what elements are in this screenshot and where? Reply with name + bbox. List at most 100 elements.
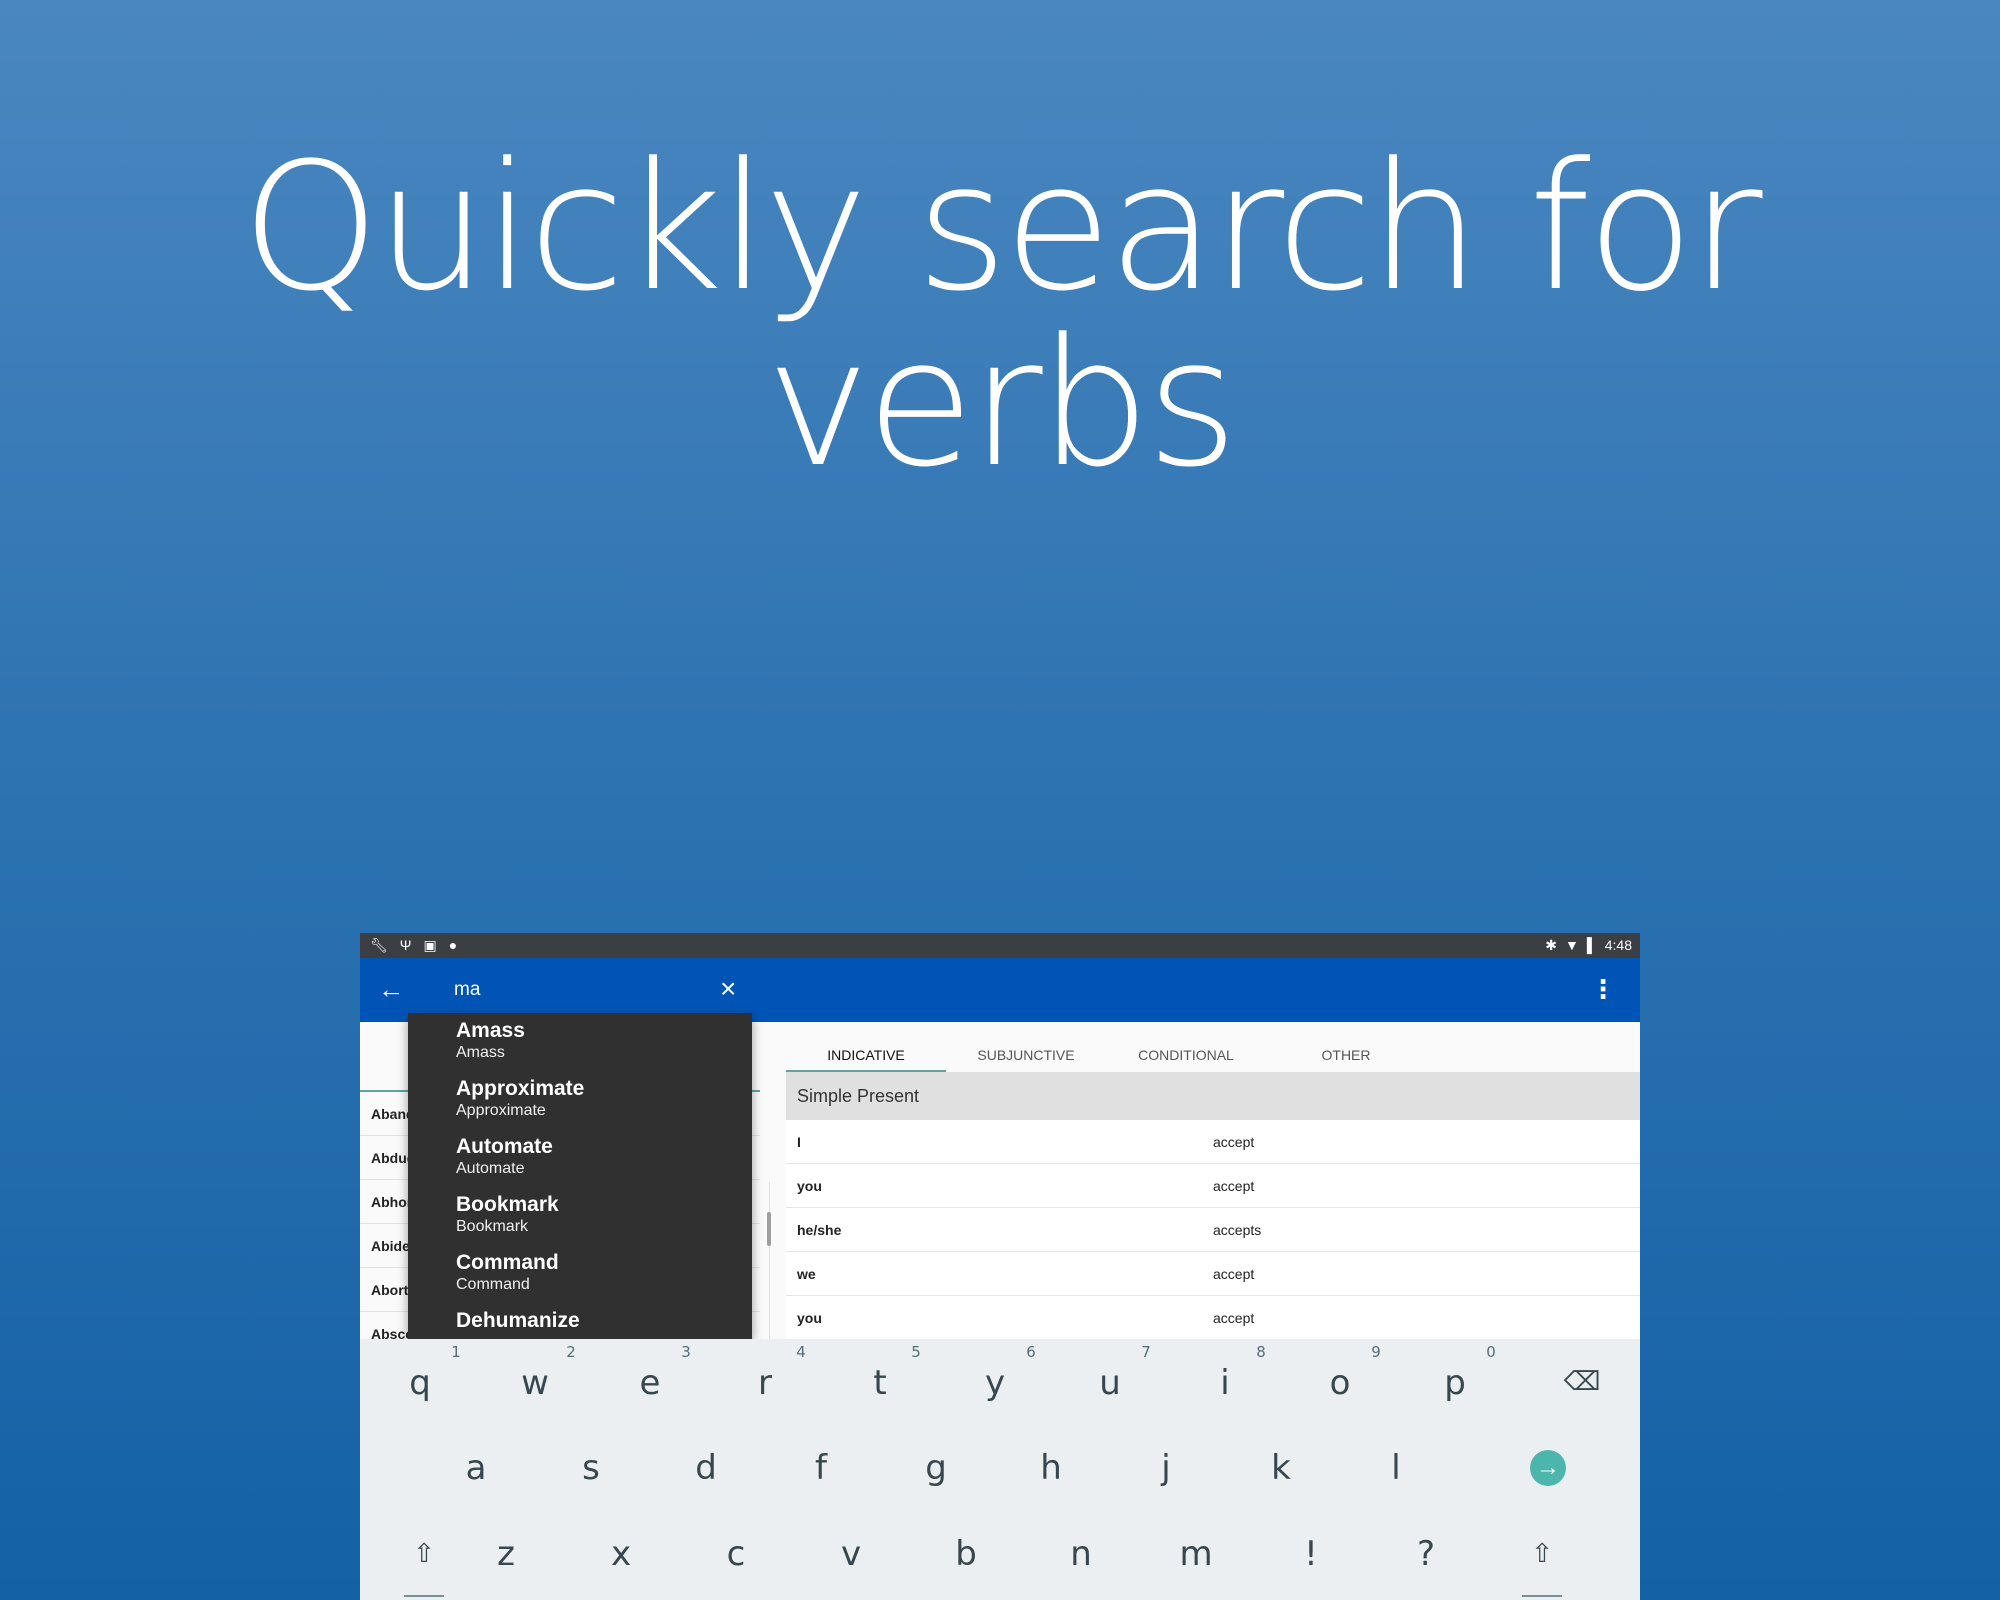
- key-g[interactable]: g: [880, 1425, 992, 1511]
- key-w[interactable]: 2w: [479, 1339, 591, 1425]
- key-label: q: [409, 1363, 431, 1403]
- tab-conditional[interactable]: CONDITIONAL: [1106, 1022, 1266, 1072]
- close-icon[interactable]: ×: [720, 970, 736, 1008]
- keyboard-row-3: ⇧ z x c v b n m!? ⇧: [360, 1511, 1640, 1597]
- suggestion-subtitle: Approximate: [456, 1102, 546, 1119]
- status-time: 4:48: [1604, 937, 1632, 953]
- backspace-icon[interactable]: ⌫: [1526, 1339, 1638, 1425]
- keyboard-row-1: 1 q 2 w 3 e 4 r 5 t 6 y 7 u 8 i 9 o 0 p ⌫: [360, 1339, 1640, 1425]
- conjugation-form: accept: [1213, 1178, 1255, 1194]
- key-k[interactable]: k: [1225, 1425, 1337, 1511]
- key-label: r: [758, 1363, 772, 1403]
- key-p[interactable]: 0p: [1399, 1339, 1511, 1425]
- conjugation-person: he/she: [797, 1222, 842, 1238]
- tab-subjunctive[interactable]: SUBJUNCTIVE: [946, 1022, 1106, 1072]
- conjugation-form: accept: [1213, 1310, 1255, 1326]
- suggestion-title: Approximate: [456, 1077, 585, 1100]
- shift-icon[interactable]: ⇧: [1486, 1511, 1598, 1597]
- search-suggestions: Amass Amass Approximate Approximate Auto…: [408, 1013, 752, 1339]
- key-label: p: [1444, 1363, 1466, 1403]
- enter-arrow-icon[interactable]: →: [1530, 1450, 1566, 1486]
- suggestion-item[interactable]: Command Command: [408, 1245, 752, 1303]
- android-icon: ●: [448, 937, 458, 953]
- arrow-left-icon[interactable]: ←: [378, 972, 404, 1006]
- shift-indicator: [404, 1595, 444, 1597]
- conjugation-row: you accept: [786, 1296, 1640, 1340]
- key-d[interactable]: d: [650, 1425, 762, 1511]
- key-v[interactable]: v: [795, 1511, 907, 1597]
- search-input[interactable]: [454, 974, 714, 1006]
- shift-indicator: [1522, 1595, 1562, 1597]
- key-o[interactable]: 9o: [1284, 1339, 1396, 1425]
- conjugation-row: you accept: [786, 1164, 1640, 1208]
- wifi-icon: ▼: [1564, 937, 1579, 953]
- key-c[interactable]: c: [680, 1511, 792, 1597]
- key-s[interactable]: s: [535, 1425, 647, 1511]
- key-i[interactable]: 8i: [1169, 1339, 1281, 1425]
- key-m[interactable]: m: [1140, 1511, 1252, 1597]
- key-u[interactable]: 7u: [1054, 1339, 1166, 1425]
- key-r[interactable]: 4r: [709, 1339, 821, 1425]
- key-label: i: [1220, 1363, 1230, 1403]
- conjugation-form: accepts: [1213, 1222, 1262, 1238]
- key-f[interactable]: f: [765, 1425, 877, 1511]
- device-screen: 🔧︎ Ψ ▣ ● ✱ ▼ ▌ 4:48 ← × ⋮ Abandon Abduct…: [360, 933, 1640, 1600]
- suggestion-title: Command: [456, 1251, 559, 1274]
- key-question[interactable]: ?: [1370, 1511, 1482, 1597]
- key-label: o: [1329, 1363, 1351, 1403]
- key-label: y: [984, 1363, 1006, 1403]
- status-bar: 🔧︎ Ψ ▣ ● ✱ ▼ ▌ 4:48: [360, 933, 1640, 958]
- key-x[interactable]: x: [565, 1511, 677, 1597]
- conjugation-row: I accept: [786, 1120, 1640, 1164]
- key-h[interactable]: h: [995, 1425, 1107, 1511]
- key-b[interactable]: b: [910, 1511, 1022, 1597]
- scrollbar[interactable]: [767, 1212, 771, 1246]
- usb-icon: Ψ: [399, 937, 412, 953]
- key-a[interactable]: a: [420, 1425, 532, 1511]
- wrench-icon: 🔧︎: [370, 937, 388, 953]
- conjugation-person: you: [797, 1178, 822, 1194]
- suggestion-item[interactable]: Approximate Approximate: [408, 1071, 752, 1129]
- suggestion-title: Bookmark: [456, 1193, 559, 1216]
- suggestion-subtitle: Bookmark: [456, 1218, 529, 1235]
- battery-icon: ▌: [1586, 937, 1597, 953]
- suggestion-item[interactable]: Dehumanize: [408, 1303, 752, 1339]
- key-label: e: [639, 1363, 661, 1403]
- key-l[interactable]: l: [1340, 1425, 1452, 1511]
- conjugation-form: accept: [1213, 1266, 1255, 1282]
- key-e[interactable]: 3e: [594, 1339, 706, 1425]
- bluetooth-icon: ✱: [1545, 937, 1557, 953]
- conjugation-row: we accept: [786, 1252, 1640, 1296]
- suggestion-item[interactable]: Automate Automate: [408, 1129, 752, 1187]
- key-label: t: [873, 1363, 887, 1403]
- tab-indicative[interactable]: INDICATIVE: [786, 1022, 946, 1072]
- mood-tabs: INDICATIVE SUBJUNCTIVE CONDITIONAL OTHER: [786, 1022, 1640, 1072]
- key-q[interactable]: 1q: [364, 1339, 476, 1425]
- suggestion-subtitle: Amass: [456, 1044, 505, 1061]
- suggestion-item[interactable]: Bookmark Bookmark: [408, 1187, 752, 1245]
- suggestion-item[interactable]: Amass Amass: [408, 1013, 752, 1071]
- key-exclamation[interactable]: !: [1255, 1511, 1367, 1597]
- conjugation-person: you: [797, 1310, 822, 1326]
- key-label: u: [1099, 1363, 1121, 1403]
- keyboard-row-2: a s d f g h j k l →: [360, 1425, 1640, 1511]
- key-j[interactable]: j: [1110, 1425, 1222, 1511]
- more-vert-icon[interactable]: ⋮: [1590, 972, 1616, 1006]
- key-z[interactable]: z: [450, 1511, 562, 1597]
- suggestion-subtitle: Command: [456, 1276, 530, 1293]
- lock-icon: ▣: [423, 937, 437, 953]
- soft-keyboard: 1 q 2 w 3 e 4 r 5 t 6 y 7 u 8 i 9 o 0 p ⌫ a s d f g h j k l → ⇧ z x c v b n…: [360, 1339, 1640, 1600]
- tab-other[interactable]: OTHER: [1266, 1022, 1426, 1072]
- suggestion-title: Dehumanize: [456, 1309, 580, 1332]
- suggestion-subtitle: Automate: [456, 1160, 525, 1177]
- conjugation-person: I: [797, 1134, 801, 1150]
- key-t[interactable]: 5t: [824, 1339, 936, 1425]
- key-y[interactable]: 6y: [939, 1339, 1051, 1425]
- conjugation-form: accept: [1213, 1134, 1255, 1150]
- suggestion-title: Amass: [456, 1019, 525, 1042]
- suggestion-title: Automate: [456, 1135, 553, 1158]
- conjugation-person: we: [797, 1266, 816, 1282]
- key-n[interactable]: n: [1025, 1511, 1137, 1597]
- headline: Quickly search for verbs: [241, 125, 1762, 506]
- key-label: w: [521, 1363, 549, 1403]
